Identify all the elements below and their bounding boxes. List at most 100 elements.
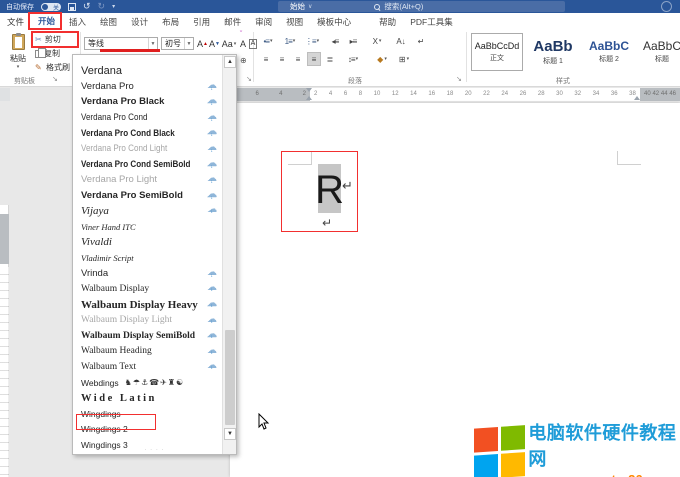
first-line-indent-marker[interactable]: [306, 88, 312, 92]
font-item[interactable]: Verdana Pro SemiBold☁↓: [73, 188, 223, 204]
line-spacing-button[interactable]: ↕≡▾: [343, 52, 363, 66]
save-icon[interactable]: [68, 3, 76, 11]
tab-view[interactable]: 视图: [279, 13, 310, 30]
font-item-verdana[interactable]: Verdana: [73, 63, 223, 79]
cut-button[interactable]: ✂ 剪切: [35, 34, 61, 45]
scroll-down-icon[interactable]: ▼: [224, 428, 236, 440]
scrollbar-thumb[interactable]: [225, 330, 235, 425]
copy-button[interactable]: 复制: [35, 48, 60, 59]
tab-file[interactable]: 文件: [0, 13, 31, 30]
vertical-ruler[interactable]: [0, 205, 9, 477]
font-item[interactable]: Wingdings: [73, 406, 223, 422]
shrink-font-button[interactable]: A▼: [209, 37, 220, 51]
grow-font-button[interactable]: A▲: [197, 37, 208, 51]
tab-references[interactable]: 引用: [186, 13, 217, 30]
numbering-button[interactable]: 1≡▾: [280, 34, 300, 48]
font-item[interactable]: Verdana Pro Cond☁↓: [73, 110, 223, 126]
logo-pane-red: [474, 427, 498, 453]
character-shading-icon[interactable]: ⊕: [240, 56, 247, 65]
document-title[interactable]: 始始: [290, 1, 305, 12]
paste-button[interactable]: 粘贴 ▾: [4, 32, 32, 74]
tab-draw[interactable]: 绘图: [93, 13, 124, 30]
phonetic-guide-button[interactable]: A: [239, 37, 247, 51]
cloud-download-icon: ☁↓: [207, 158, 219, 170]
font-item[interactable]: Walbaum Heading☁↓: [73, 344, 223, 360]
account-avatar[interactable]: [661, 1, 672, 12]
multilevel-list-button[interactable]: ⋮≡▾: [302, 34, 322, 48]
style-normal[interactable]: AaBbCcDd 正文: [471, 33, 523, 71]
show-hide-marks-button[interactable]: ↵: [414, 34, 428, 48]
redo-icon[interactable]: ↻: [98, 2, 106, 11]
bullets-button[interactable]: •≡▾: [258, 34, 278, 48]
autosave-toggle[interactable]: 关: [41, 3, 61, 11]
scissors-icon: ✂: [35, 36, 42, 44]
asian-layout-button[interactable]: X▾: [368, 34, 386, 48]
vertical-ruler-ticks: [0, 267, 9, 477]
font-dialog-launcher[interactable]: ↘: [246, 75, 252, 83]
align-center-button[interactable]: ≡: [275, 52, 289, 66]
font-item[interactable]: Wide Latin: [73, 390, 223, 406]
dropdown-scrollbar[interactable]: ▲ ▼: [222, 55, 236, 454]
font-item[interactable]: Walbaum Display SemiBold☁↓: [73, 328, 223, 344]
font-item[interactable]: Vladimir Script: [73, 250, 223, 266]
font-item[interactable]: Vijaya☁↓: [73, 203, 223, 219]
style-title[interactable]: AaBbC 标题: [639, 33, 680, 71]
style-heading1[interactable]: AaBb 标题 1: [527, 33, 579, 71]
tab-design[interactable]: 设计: [124, 13, 155, 30]
font-item[interactable]: Vivaldi: [73, 235, 223, 251]
shading-button[interactable]: ◆▾: [373, 52, 391, 66]
tab-insert[interactable]: 插入: [62, 13, 93, 30]
tab-layout[interactable]: 布局: [155, 13, 186, 30]
font-item[interactable]: Viner Hand ITC: [73, 219, 223, 235]
search-box[interactable]: 搜索(Alt+Q): [374, 1, 423, 12]
font-item[interactable]: Verdana Pro Black☁↓: [73, 94, 223, 110]
titlebar-search-pill[interactable]: 始始 ∨ 搜索(Alt+Q): [278, 1, 565, 12]
decrease-indent-button[interactable]: ◂≡: [327, 34, 343, 48]
font-item[interactable]: Verdana Pro Cond Light☁↓: [73, 141, 223, 157]
dropdown-resize-handle[interactable]: · · · ·: [145, 447, 165, 453]
tab-home[interactable]: 开始: [31, 13, 62, 30]
paragraph-dialog-launcher[interactable]: ↘: [456, 75, 462, 83]
style-heading2[interactable]: AaBbC 标题 2: [583, 33, 635, 71]
cloud-download-icon: ☁↓: [207, 345, 219, 357]
font-item[interactable]: Verdana Pro Light☁↓: [73, 172, 223, 188]
hanging-indent-marker[interactable]: [306, 96, 312, 100]
font-item[interactable]: Walbaum Display Light☁↓: [73, 313, 223, 329]
font-item-wingdings2[interactable]: Wingdings 2: [73, 422, 223, 438]
font-size-combo[interactable]: 初号 ▼: [161, 37, 194, 50]
font-name-combo[interactable]: 等线 ▼: [84, 37, 158, 50]
undo-icon[interactable]: ↺: [83, 2, 91, 11]
tab-pdf-tools[interactable]: PDF工具集: [403, 13, 460, 30]
qat-customize-icon[interactable]: ▾: [112, 3, 115, 10]
font-item[interactable]: Verdana Pro☁↓: [73, 79, 223, 95]
font-name-dropdown-icon[interactable]: ▼: [148, 38, 157, 49]
font-item[interactable]: Walbaum Text☁↓: [73, 359, 223, 375]
font-item[interactable]: Vrinda☁↓: [73, 266, 223, 282]
distributed-button[interactable]: ≣: [323, 52, 337, 66]
tab-template-center[interactable]: 模板中心: [310, 13, 358, 30]
clipboard-dialog-launcher[interactable]: ↘: [52, 75, 58, 83]
sort-button[interactable]: A↓: [393, 34, 409, 48]
font-item[interactable]: Walbaum Display Heavy☁↓: [73, 297, 223, 313]
horizontal-ruler[interactable]: 8642 2468101214161820222426283032343638 …: [228, 88, 680, 101]
format-painter-button[interactable]: 格式刷: [35, 62, 70, 73]
font-item-webdings[interactable]: Webdings♞☂⚓☎✈♜☯: [73, 375, 223, 391]
change-case-button[interactable]: Aa▾: [221, 37, 237, 51]
font-item[interactable]: Verdana Pro Cond SemiBold☁↓: [73, 157, 223, 173]
right-indent-marker[interactable]: [634, 96, 640, 100]
tab-review[interactable]: 审阅: [248, 13, 279, 30]
tab-mailings[interactable]: 邮件: [217, 13, 248, 30]
font-item[interactable]: Walbaum Display☁↓: [73, 281, 223, 297]
font-size-dropdown-icon[interactable]: ▼: [184, 38, 193, 49]
scroll-up-icon[interactable]: ▲: [224, 56, 236, 68]
justify-button[interactable]: ≡: [307, 52, 321, 66]
tab-help[interactable]: 帮助: [372, 13, 403, 30]
increase-indent-button[interactable]: ▸≡: [345, 34, 361, 48]
font-item[interactable]: Verdana Pro Cond Black☁↓: [73, 125, 223, 141]
character-border-button[interactable]: A: [248, 37, 258, 51]
align-right-button[interactable]: ≡: [291, 52, 305, 66]
borders-button[interactable]: ⊞▾: [395, 52, 413, 66]
selected-text-run[interactable]: R: [318, 164, 341, 213]
clipboard-group-label: 剪贴板: [14, 76, 35, 86]
align-left-button[interactable]: ≡: [259, 52, 273, 66]
